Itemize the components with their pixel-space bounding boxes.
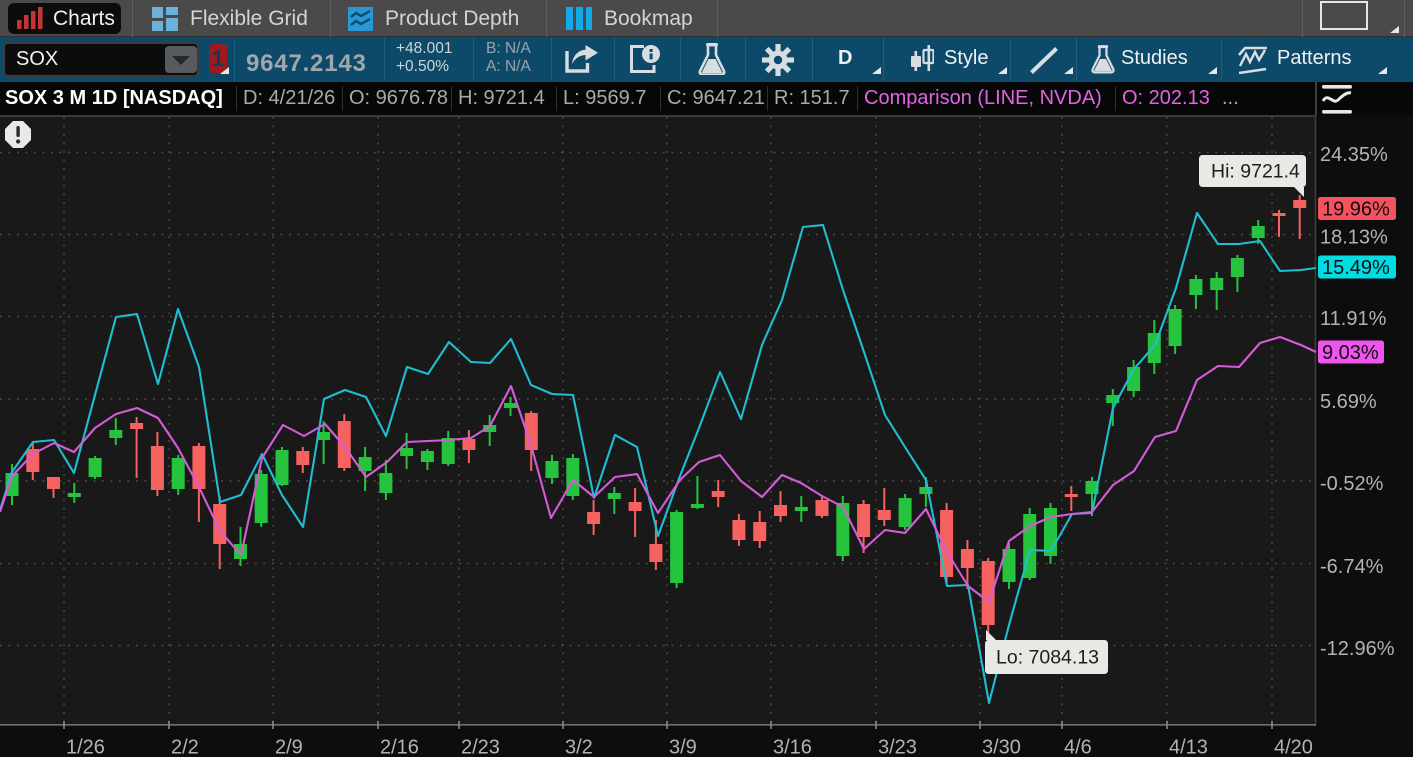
svg-text:-6.74%: -6.74% — [1320, 556, 1384, 578]
svg-text:1/26: 1/26 — [66, 737, 105, 757]
svg-text:-0.52%: -0.52% — [1320, 473, 1384, 495]
svg-text:3/2: 3/2 — [565, 737, 593, 757]
svg-text:3/9: 3/9 — [669, 737, 697, 757]
svg-text:15.49%: 15.49% — [1322, 257, 1390, 279]
svg-text:19.96%: 19.96% — [1322, 199, 1390, 221]
svg-text:3/23: 3/23 — [878, 737, 917, 757]
svg-text:Hi: 9721.4: Hi: 9721.4 — [1211, 161, 1300, 183]
svg-text:4/20: 4/20 — [1274, 737, 1313, 757]
svg-text:3/30: 3/30 — [982, 737, 1021, 757]
svg-text:4/13: 4/13 — [1169, 737, 1208, 757]
svg-text:2/23: 2/23 — [461, 737, 500, 757]
svg-text:24.35%: 24.35% — [1320, 144, 1388, 166]
svg-text:18.13%: 18.13% — [1320, 227, 1388, 249]
svg-text:5.69%: 5.69% — [1320, 391, 1377, 413]
svg-text:3/16: 3/16 — [773, 737, 812, 757]
svg-text:2/9: 2/9 — [275, 737, 303, 757]
svg-text:4/6: 4/6 — [1064, 737, 1092, 757]
svg-text:2/16: 2/16 — [380, 737, 419, 757]
svg-text:9.03%: 9.03% — [1322, 342, 1379, 364]
svg-text:11.91%: 11.91% — [1320, 308, 1387, 330]
svg-text:2/2: 2/2 — [171, 737, 199, 757]
svg-text:-12.96%: -12.96% — [1320, 638, 1395, 660]
svg-text:Lo: 7084.13: Lo: 7084.13 — [996, 647, 1099, 669]
